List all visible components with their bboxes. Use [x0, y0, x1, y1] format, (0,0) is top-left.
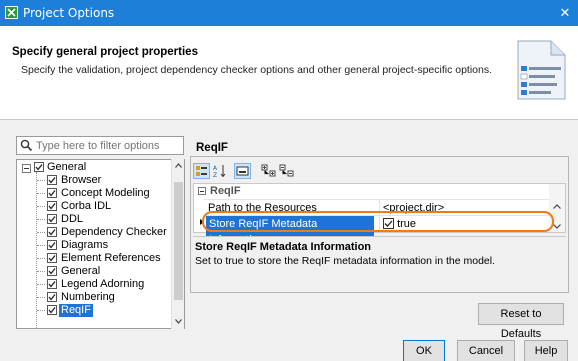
checkbox-icon[interactable]	[47, 227, 57, 237]
scroll-up-icon[interactable]	[553, 204, 561, 209]
checkbox-icon[interactable]	[47, 253, 57, 263]
checkbox-icon[interactable]	[47, 175, 57, 185]
collapse-all-icon	[279, 164, 294, 177]
checkbox-icon[interactable]	[47, 240, 57, 250]
description-text: Set to true to store the ReqIF metadata …	[195, 255, 495, 267]
checkbox-icon[interactable]	[34, 162, 44, 172]
tree-item-label: Legend Adorning	[61, 278, 145, 290]
scroll-down-icon[interactable]	[553, 224, 561, 229]
tree-item-element-references[interactable]: Element References	[17, 252, 177, 265]
checkbox-icon[interactable]	[47, 279, 57, 289]
expand-all-icon	[261, 164, 276, 177]
description-toggle-button[interactable]	[234, 163, 251, 179]
categorized-view-icon	[196, 166, 207, 176]
expand-all-button[interactable]	[261, 163, 278, 179]
tree-item-label: DDL	[61, 213, 84, 225]
checkbox-icon[interactable]	[47, 266, 57, 276]
tree-item-dependency-checker[interactable]: Dependency Checker	[17, 226, 177, 239]
tree-item-label: Diagrams	[61, 239, 109, 251]
options-document-icon	[517, 40, 566, 100]
tree-item-ddl[interactable]: DDL	[17, 213, 177, 226]
tree-item-label: Corba IDL	[61, 200, 112, 212]
tree-item-label: Numbering	[61, 291, 115, 303]
close-icon[interactable]: ✕	[552, 0, 578, 26]
svg-text:A: A	[213, 165, 218, 172]
tree-item-diagrams[interactable]: Diagrams	[17, 239, 177, 252]
group-label: ReqIF	[210, 185, 241, 197]
tree-scrollbar[interactable]	[171, 159, 184, 329]
search-icon	[20, 139, 33, 152]
scroll-thumb[interactable]	[174, 182, 183, 300]
collapse-group-icon[interactable]	[198, 187, 206, 195]
tree-item-label: ReqIF	[59, 304, 93, 317]
tree-item-reqif[interactable]: ReqIF	[17, 304, 177, 317]
highlight-callout	[202, 211, 554, 232]
tree-item-numbering[interactable]: Numbering	[17, 291, 177, 304]
checkbox-icon[interactable]	[47, 292, 57, 302]
window-title: Project Options	[23, 6, 115, 20]
alphabetical-sort-button[interactable]: A Z	[212, 163, 229, 179]
section-title: ReqIF	[196, 142, 228, 154]
tree-item-browser[interactable]: Browser	[17, 174, 177, 187]
scroll-down-icon[interactable]	[175, 319, 182, 324]
checkbox-icon[interactable]	[47, 305, 57, 315]
tree-item-corba-idl[interactable]: Corba IDL	[17, 200, 177, 213]
tree-item-label: General	[47, 161, 87, 173]
options-tree: General Browser Concept Modeling Corba I…	[16, 159, 185, 329]
filter-input[interactable]	[36, 138, 181, 153]
header-title: Specify general project properties	[12, 46, 198, 58]
svg-text:Z: Z	[213, 172, 217, 178]
header-description: Specify the validation, project dependen…	[21, 64, 493, 76]
ok-button[interactable]: OK	[403, 340, 445, 361]
checkbox-icon[interactable]	[47, 214, 57, 224]
title-bar: Project Options ✕	[0, 0, 578, 26]
cancel-button[interactable]: Cancel	[457, 340, 515, 361]
tree-item-general-root[interactable]: General	[17, 161, 177, 174]
tree-item-general[interactable]: General	[17, 265, 177, 278]
tree-item-label: General	[61, 265, 101, 277]
description-toggle-icon	[236, 166, 249, 176]
scroll-up-icon[interactable]	[175, 163, 182, 168]
collapse-all-button[interactable]	[279, 163, 296, 179]
tree-item-label: Concept Modeling	[61, 187, 150, 199]
app-icon	[5, 6, 18, 19]
dialog-header: Specify general project properties Speci…	[0, 26, 578, 120]
tree-item-label: Dependency Checker	[61, 226, 167, 238]
checkbox-icon[interactable]	[47, 188, 57, 198]
reset-to-defaults-button[interactable]: Reset to Defaults	[478, 303, 564, 340]
tree-item-legend-adorning[interactable]: Legend Adorning	[17, 278, 177, 291]
property-group[interactable]: ReqIF	[194, 184, 549, 198]
categorized-view-button[interactable]	[193, 163, 210, 179]
filter-field[interactable]	[16, 136, 184, 155]
alphabetical-sort-icon: A Z	[213, 165, 226, 178]
tree-item-concept-modeling[interactable]: Concept Modeling	[17, 187, 177, 200]
help-button[interactable]: Help	[524, 340, 568, 361]
tree-item-label: Element References	[61, 252, 161, 264]
description-title: Store ReqIF Metadata Information	[195, 241, 372, 253]
tree-item-label: Browser	[61, 174, 102, 186]
checkbox-icon[interactable]	[47, 201, 57, 211]
description-area: Store ReqIF Metadata Information Set to …	[193, 236, 566, 290]
